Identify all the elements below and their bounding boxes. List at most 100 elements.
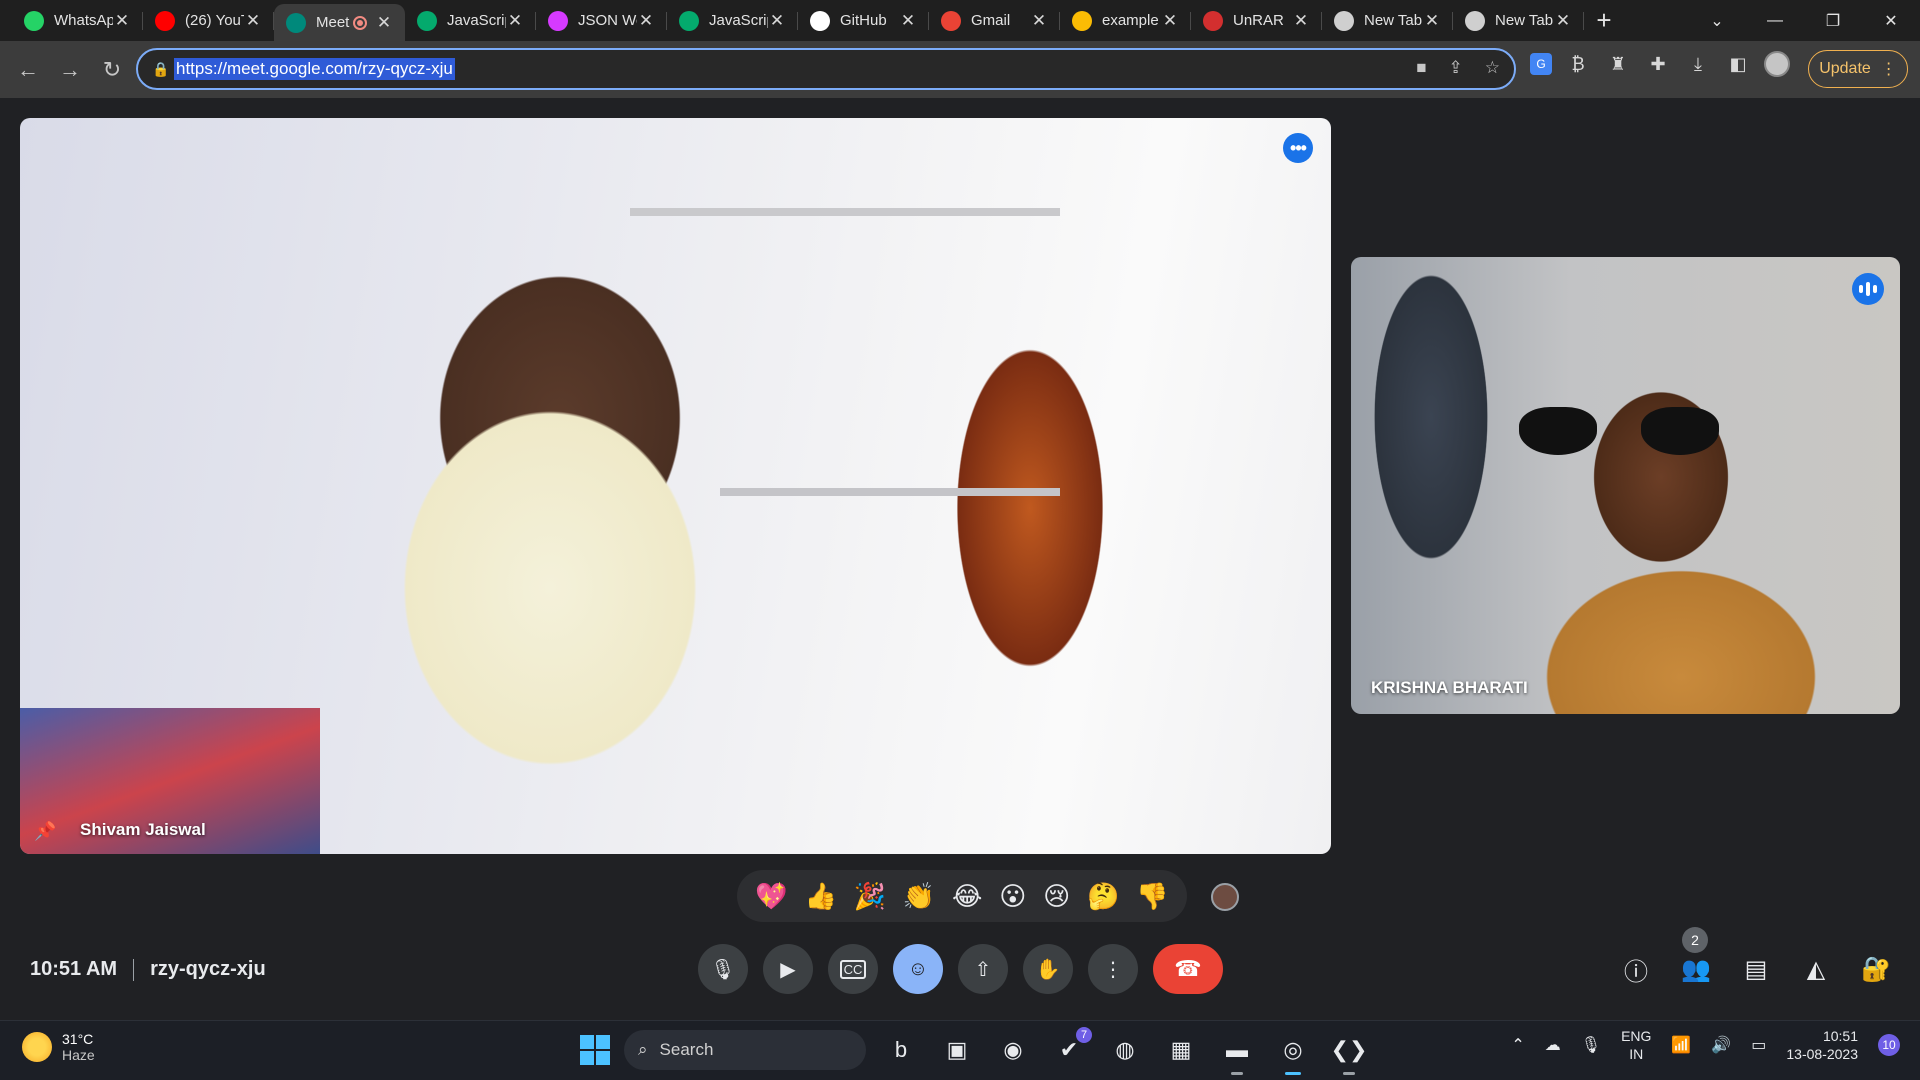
lock-icon[interactable]: 🔒 — [152, 61, 174, 78]
present-button[interactable]: ⇧ — [958, 944, 1008, 994]
edge-icon[interactable]: ◍ — [1104, 1029, 1146, 1071]
share-icon[interactable]: ⇪ — [1449, 58, 1463, 78]
browser-tab[interactable]: JavaScript✕ — [667, 0, 798, 41]
download-icon[interactable]: ⤓ — [1684, 50, 1712, 78]
weather-temp: 31°C — [62, 1031, 94, 1047]
reaction-emoji[interactable]: 😂 — [952, 883, 982, 909]
vscode-icon[interactable]: ❮❯ — [1328, 1029, 1370, 1075]
browser-tab[interactable]: WhatsApp✕ — [12, 0, 143, 41]
notifications-badge[interactable]: 10 — [1878, 1034, 1900, 1056]
todo-icon[interactable]: ✔ 7 — [1048, 1027, 1092, 1071]
participant-tile-main[interactable]: ••• 📌 Shivam Jaiswal — [20, 118, 1331, 854]
address-bar[interactable]: 🔒 https://meet.google.com/rzy-qycz-xju ■… — [136, 48, 1516, 90]
host-controls-button[interactable]: 🔐 — [1858, 949, 1894, 989]
reaction-emoji[interactable]: 😢 — [1043, 883, 1070, 909]
pin-icon[interactable]: 📌 — [34, 821, 56, 842]
back-button[interactable]: ← — [8, 50, 48, 90]
extension-icon[interactable]: ♜ — [1604, 50, 1632, 78]
reaction-emoji[interactable]: 🤔 — [1087, 883, 1119, 909]
forward-button[interactable]: → — [50, 50, 90, 90]
puzzle-extensions-icon[interactable]: ✚ — [1644, 50, 1672, 78]
new-tab-button[interactable]: + — [1584, 0, 1624, 41]
minimize-button[interactable]: — — [1746, 0, 1804, 41]
battery-icon[interactable]: ▭ — [1751, 1035, 1766, 1055]
more-options-button[interactable]: ••• — [1283, 133, 1313, 163]
reaction-emoji[interactable]: 👎 — [1136, 883, 1168, 909]
teams-icon[interactable]: ◉ — [992, 1029, 1034, 1071]
close-tab-icon[interactable]: ✕ — [375, 13, 393, 33]
browser-tab[interactable]: example ✕ — [1060, 0, 1191, 41]
close-tab-icon[interactable]: ✕ — [1423, 11, 1441, 31]
close-tab-icon[interactable]: ✕ — [637, 11, 655, 31]
leave-call-button[interactable]: ☎ — [1153, 944, 1223, 994]
reaction-emoji[interactable]: 😮 — [999, 883, 1026, 909]
restore-button[interactable]: ❐ — [1804, 0, 1862, 41]
browser-tab[interactable]: JavaScript✕ — [405, 0, 536, 41]
close-tab-icon[interactable]: ✕ — [506, 11, 524, 31]
camera-button[interactable]: ▶ — [763, 944, 813, 994]
close-tab-icon[interactable]: ✕ — [1554, 11, 1572, 31]
reactions-button[interactable]: ☺ — [893, 944, 943, 994]
raise-hand-button[interactable]: ✋ — [1023, 944, 1073, 994]
task-view-icon[interactable]: ▣ — [936, 1029, 978, 1071]
bing-icon[interactable]: b — [880, 1029, 922, 1071]
browser-tab[interactable]: GitHub ✕ — [798, 0, 929, 41]
weather-sun-icon — [22, 1032, 52, 1062]
reaction-emoji[interactable]: 👏 — [903, 883, 935, 909]
jwt-icon — [548, 10, 568, 31]
show-hidden-icons-icon[interactable]: ⌃ — [1511, 1035, 1524, 1055]
browser-tab[interactable]: JSON Web✕ — [536, 0, 667, 41]
browser-tab[interactable]: Gmail ✕ — [929, 0, 1060, 41]
activities-button[interactable]: ◭ — [1798, 949, 1834, 989]
store-icon[interactable]: ▦ — [1160, 1029, 1202, 1071]
reload-button[interactable]: ↻ — [92, 50, 132, 90]
close-tab-icon[interactable]: ✕ — [244, 11, 262, 31]
browser-tab[interactable]: New Tab ✕ — [1453, 0, 1584, 41]
close-tab-icon[interactable]: ✕ — [1292, 11, 1310, 31]
people-button[interactable]: 2 👥 — [1678, 927, 1714, 989]
url-text[interactable]: https://meet.google.com/rzy-qycz-xju — [174, 58, 455, 80]
more-options-button[interactable]: ⋮ — [1088, 944, 1138, 994]
close-tab-icon[interactable]: ✕ — [1161, 11, 1179, 31]
onedrive-icon[interactable]: ☁ — [1545, 1035, 1561, 1055]
reaction-emoji[interactable]: 👍 — [805, 883, 837, 909]
update-button[interactable]: Update ⋮ — [1808, 50, 1908, 88]
input-language[interactable]: ENG IN — [1621, 1027, 1651, 1063]
volume-icon[interactable]: 🔊 — [1711, 1035, 1731, 1055]
microphone-button[interactable]: 🎙 — [698, 944, 748, 994]
close-window-button[interactable]: ✕ — [1862, 0, 1920, 41]
extension-icon[interactable]: ₿ — [1564, 50, 1592, 78]
reaction-emoji[interactable]: 💖 — [755, 883, 787, 909]
chat-button[interactable]: ▤ — [1738, 949, 1774, 989]
wifi-icon[interactable]: 📶 — [1671, 1035, 1691, 1055]
chrome-icon[interactable]: ◎ — [1272, 1029, 1314, 1075]
profile-avatar[interactable] — [1764, 51, 1790, 77]
weather-widget[interactable]: 31°C Haze — [22, 1031, 95, 1063]
bookmark-star-icon[interactable]: ☆ — [1485, 58, 1500, 78]
browser-tab[interactable]: (26) YouTube✕ — [143, 0, 274, 41]
clock[interactable]: 10:51 13-08-2023 — [1786, 1027, 1858, 1063]
windows-start-icon[interactable] — [580, 1035, 610, 1065]
camera-in-use-icon[interactable]: ■ — [1416, 58, 1426, 78]
close-tab-icon[interactable]: ✕ — [899, 11, 917, 31]
file-explorer-icon[interactable]: ▬ — [1216, 1029, 1258, 1075]
participant-tile-side[interactable]: KRISHNA BHARATI — [1351, 257, 1900, 714]
meeting-details-button[interactable]: ⓘ — [1618, 949, 1654, 989]
captions-button[interactable]: CC — [828, 944, 878, 994]
skin-tone-selector[interactable] — [1211, 883, 1239, 911]
tab-search-icon[interactable]: ⌄ — [1688, 0, 1746, 41]
close-tab-icon[interactable]: ✕ — [113, 11, 131, 31]
microphone-icon[interactable]: 🎙 — [1581, 1035, 1601, 1055]
video-backdrop — [1519, 407, 1719, 462]
close-tab-icon[interactable]: ✕ — [1030, 11, 1048, 31]
browser-tab[interactable]: UnRAR ✕ — [1191, 0, 1322, 41]
app-glyph: ◉ — [1003, 1037, 1023, 1062]
reaction-emoji[interactable]: 🎉 — [854, 883, 886, 909]
browser-tab[interactable]: Meet ✕ — [274, 4, 405, 41]
google-translate-icon[interactable]: G — [1530, 53, 1552, 75]
side-panel-icon[interactable]: ◧ — [1724, 50, 1752, 78]
close-tab-icon[interactable]: ✕ — [768, 11, 786, 31]
browser-tab[interactable]: New Tab ✕ — [1322, 0, 1453, 41]
meet-stage: ••• 📌 Shivam Jaiswal KRISHNA BHARATI 💖 👍 🎉… — [0, 98, 1920, 1020]
taskbar-search[interactable]: ⌕ Search — [624, 1030, 866, 1070]
